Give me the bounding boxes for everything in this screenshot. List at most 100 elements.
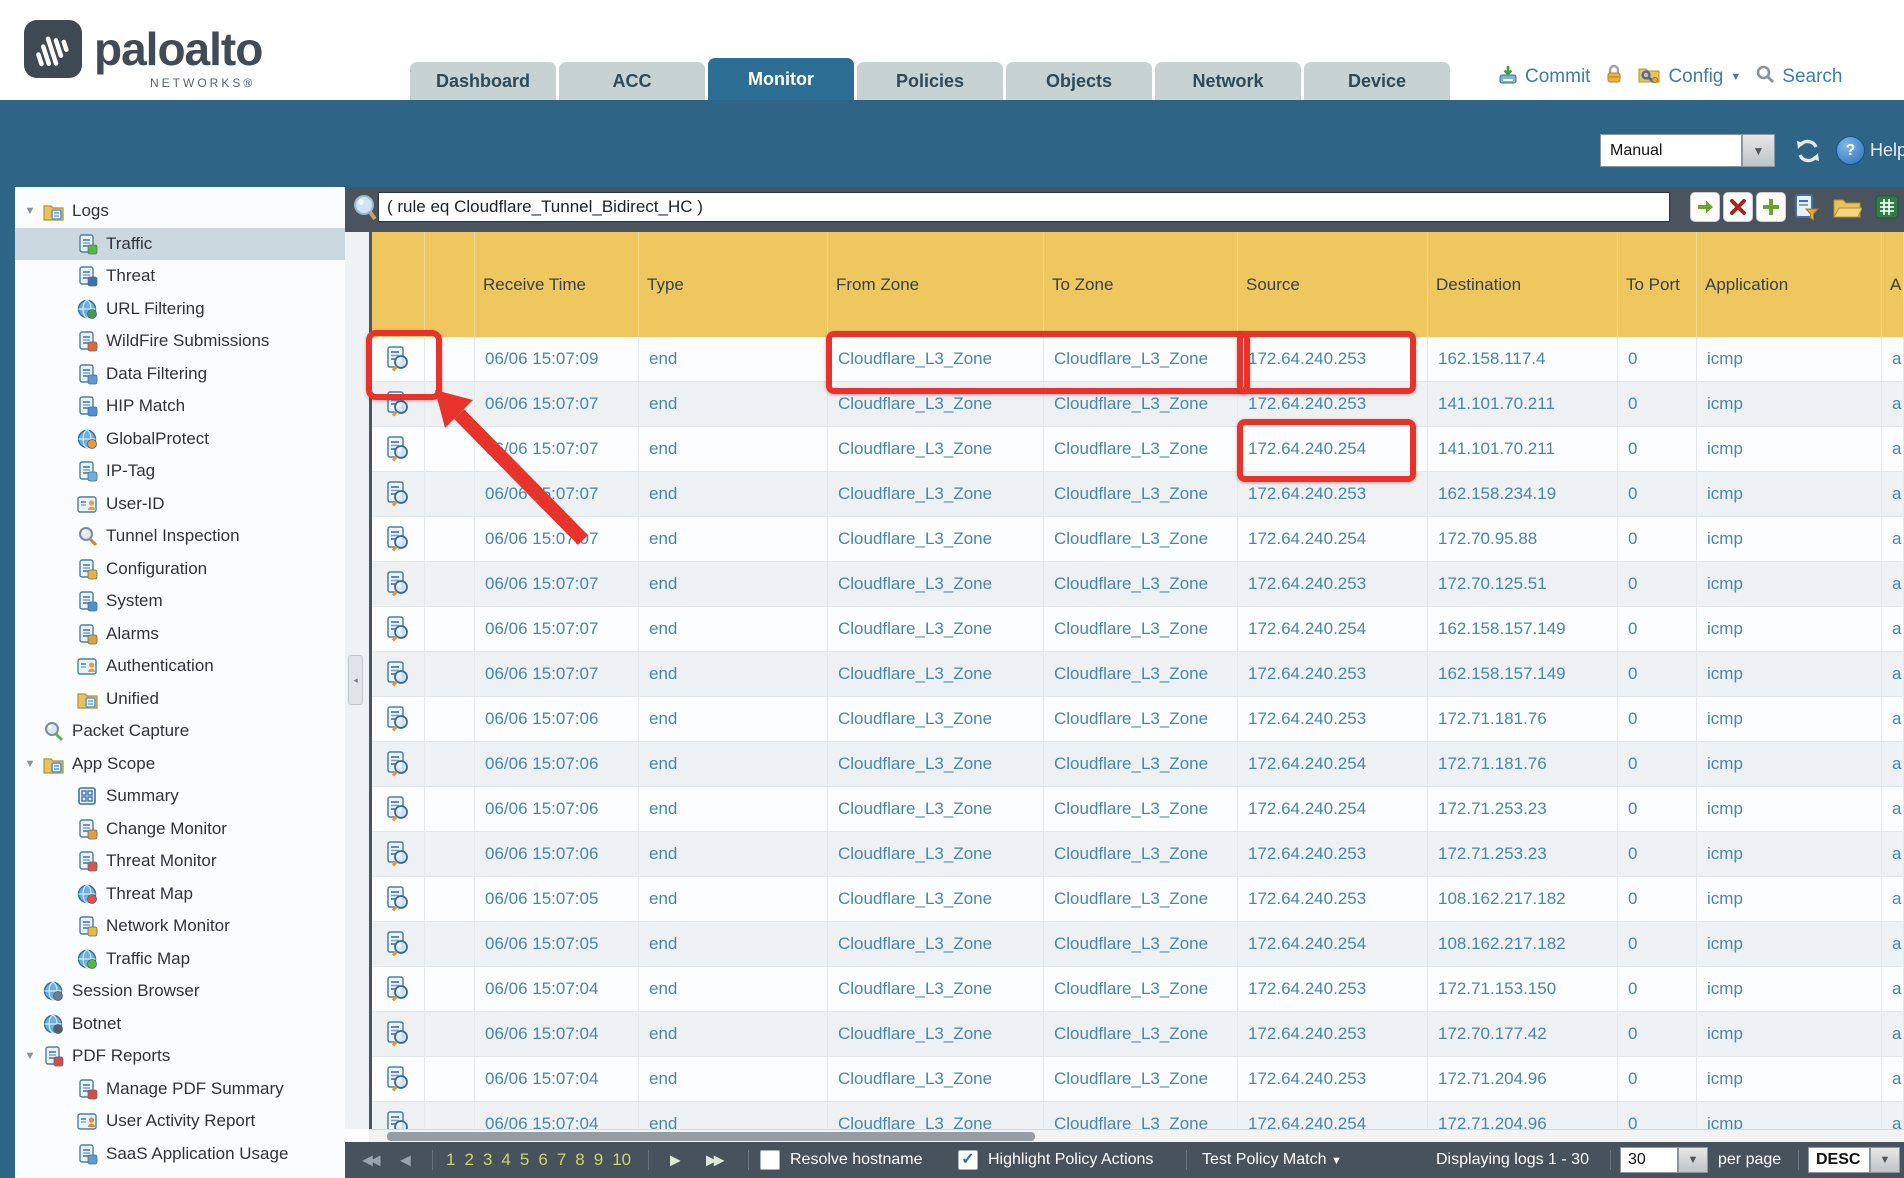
sidebar-item-ip-tag[interactable]: IP-Tag: [15, 455, 345, 488]
sidebar-item-saas-application-usage[interactable]: SaaS Application Usage: [15, 1138, 345, 1171]
cell-to-zone[interactable]: Cloudflare_L3_Zone: [1044, 967, 1238, 1011]
cell-type[interactable]: end: [639, 742, 828, 786]
per-page-caret-icon[interactable]: ▼: [1678, 1147, 1708, 1173]
tab-policies[interactable]: Policies: [857, 62, 1003, 100]
log-detail-icon[interactable]: [372, 1012, 425, 1056]
resolve-hostname-checkbox[interactable]: [760, 1150, 780, 1170]
log-detail-icon[interactable]: [372, 967, 425, 1011]
cell-to-port[interactable]: 0: [1618, 742, 1697, 786]
cell-to-port[interactable]: 0: [1618, 337, 1697, 381]
cell-destination[interactable]: 172.70.125.51: [1428, 562, 1618, 606]
sidebar-item-unified[interactable]: Unified: [15, 683, 345, 716]
cell-action-cut[interactable]: a: [1882, 742, 1904, 786]
cell-action-cut[interactable]: a: [1882, 1057, 1904, 1101]
cell-source[interactable]: 172.64.240.253: [1238, 697, 1428, 741]
cell-action-cut[interactable]: a: [1882, 1012, 1904, 1056]
sidebar-item-summary[interactable]: Summary: [15, 780, 345, 813]
cell-destination[interactable]: 162.158.157.149: [1428, 607, 1618, 651]
cell-to-zone[interactable]: Cloudflare_L3_Zone: [1044, 652, 1238, 696]
page-number-7[interactable]: 7: [557, 1150, 566, 1170]
cell-action-cut[interactable]: a: [1882, 472, 1904, 516]
first-page-button[interactable]: ◀◀: [362, 1152, 378, 1169]
sidebar-item-threat[interactable]: Threat: [15, 260, 345, 293]
cell-type[interactable]: end: [639, 1012, 828, 1056]
cell-source[interactable]: 172.64.240.253: [1238, 1012, 1428, 1056]
cell-from-zone[interactable]: Cloudflare_L3_Zone: [828, 607, 1044, 651]
cell-destination[interactable]: 162.158.117.4: [1428, 337, 1618, 381]
cell-action-cut[interactable]: a: [1882, 877, 1904, 921]
cell-type[interactable]: end: [639, 697, 828, 741]
page-number-3[interactable]: 3: [483, 1150, 492, 1170]
cell-receive-time[interactable]: 06/06 15:07:07: [475, 382, 639, 426]
add-filter-button[interactable]: [1756, 192, 1786, 222]
cell-to-zone[interactable]: Cloudflare_L3_Zone: [1044, 517, 1238, 561]
column-header-type[interactable]: Type: [639, 232, 828, 337]
column-header-destination[interactable]: Destination: [1428, 232, 1618, 337]
log-detail-icon[interactable]: [372, 517, 425, 561]
cell-from-zone[interactable]: Cloudflare_L3_Zone: [828, 652, 1044, 696]
page-number-2[interactable]: 2: [464, 1150, 473, 1170]
cell-receive-time[interactable]: 06/06 15:07:06: [475, 697, 639, 741]
log-detail-icon[interactable]: [372, 922, 425, 966]
log-detail-icon[interactable]: [372, 877, 425, 921]
cell-from-zone[interactable]: Cloudflare_L3_Zone: [828, 1057, 1044, 1101]
cell-destination[interactable]: 141.101.70.211: [1428, 382, 1618, 426]
search-button[interactable]: Search: [1782, 66, 1842, 88]
log-detail-icon[interactable]: [372, 697, 425, 741]
cell-type[interactable]: end: [639, 922, 828, 966]
log-detail-icon[interactable]: [372, 787, 425, 831]
sidebar-item-wildfire-submissions[interactable]: WildFire Submissions: [15, 325, 345, 358]
cell-to-zone[interactable]: Cloudflare_L3_Zone: [1044, 427, 1238, 471]
cell-to-port[interactable]: 0: [1618, 472, 1697, 516]
cell-destination[interactable]: 172.71.181.76: [1428, 742, 1618, 786]
sidebar-item-alarms[interactable]: Alarms: [15, 618, 345, 651]
cell-application[interactable]: icmp: [1697, 337, 1882, 381]
page-number-10[interactable]: 10: [612, 1150, 631, 1170]
sort-order-select[interactable]: DESC: [1808, 1147, 1870, 1173]
help-icon[interactable]: ?: [1836, 136, 1865, 165]
column-header-source[interactable]: Source: [1238, 232, 1428, 337]
cell-receive-time[interactable]: 06/06 15:07:04: [475, 1012, 639, 1056]
cell-destination[interactable]: 141.101.70.211: [1428, 427, 1618, 471]
export-log-icon[interactable]: [1872, 193, 1902, 221]
cell-source[interactable]: 172.64.240.253: [1238, 562, 1428, 606]
cell-source[interactable]: 172.64.240.253: [1238, 1057, 1428, 1101]
sidebar-item-session-browser[interactable]: Session Browser: [15, 975, 345, 1008]
cell-from-zone[interactable]: Cloudflare_L3_Zone: [828, 562, 1044, 606]
sidebar-item-configuration[interactable]: Configuration: [15, 553, 345, 586]
sidebar-collapse-handle[interactable]: ◂: [348, 655, 363, 705]
sidebar-item-system[interactable]: System: [15, 585, 345, 618]
cell-action-cut[interactable]: a: [1882, 922, 1904, 966]
cell-to-port[interactable]: 0: [1618, 1057, 1697, 1101]
cell-receive-time[interactable]: 06/06 15:07:07: [475, 562, 639, 606]
cell-to-port[interactable]: 0: [1618, 967, 1697, 1011]
cell-to-zone[interactable]: Cloudflare_L3_Zone: [1044, 337, 1238, 381]
cell-from-zone[interactable]: Cloudflare_L3_Zone: [828, 517, 1044, 561]
highlight-policy-actions-checkbox[interactable]: ✓: [958, 1150, 978, 1170]
cell-destination[interactable]: 108.162.217.182: [1428, 922, 1618, 966]
cell-receive-time[interactable]: 06/06 15:07:04: [475, 967, 639, 1011]
cell-receive-time[interactable]: 06/06 15:07:05: [475, 877, 639, 921]
cell-type[interactable]: end: [639, 787, 828, 831]
sidebar-item-network-monitor[interactable]: Network Monitor: [15, 910, 345, 943]
load-filter-folder-icon[interactable]: [1832, 193, 1862, 221]
cell-application[interactable]: icmp: [1697, 382, 1882, 426]
cell-destination[interactable]: 162.158.234.19: [1428, 472, 1618, 516]
sidebar-item-change-monitor[interactable]: Change Monitor: [15, 813, 345, 846]
cell-type[interactable]: end: [639, 652, 828, 696]
sidebar-item-pdf-reports[interactable]: ▼PDF Reports: [15, 1040, 345, 1073]
expander-triangle-icon[interactable]: ▼: [22, 1050, 38, 1062]
sidebar-item-user-activity-report[interactable]: User Activity Report: [15, 1105, 345, 1138]
cell-type[interactable]: end: [639, 607, 828, 651]
cell-application[interactable]: icmp: [1697, 607, 1882, 651]
cell-source[interactable]: 172.64.240.254: [1238, 922, 1428, 966]
cell-type[interactable]: end: [639, 472, 828, 516]
cell-receive-time[interactable]: 06/06 15:07:07: [475, 427, 639, 471]
page-number-1[interactable]: 1: [446, 1150, 455, 1170]
config-button[interactable]: Config: [1668, 66, 1723, 88]
cell-to-port[interactable]: 0: [1618, 787, 1697, 831]
log-detail-icon[interactable]: [372, 607, 425, 651]
sidebar-item-traffic[interactable]: Traffic: [15, 228, 345, 261]
column-header-receive-time[interactable]: Receive Time: [475, 232, 639, 337]
cell-from-zone[interactable]: Cloudflare_L3_Zone: [828, 427, 1044, 471]
